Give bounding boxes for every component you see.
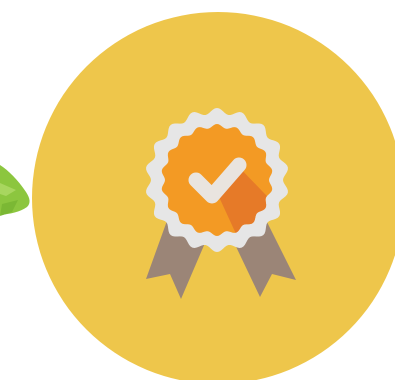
award-illustration-canvas — [0, 12, 395, 380]
award-illustration — [0, 0, 395, 380]
green-brush-stroke — [0, 165, 30, 216]
